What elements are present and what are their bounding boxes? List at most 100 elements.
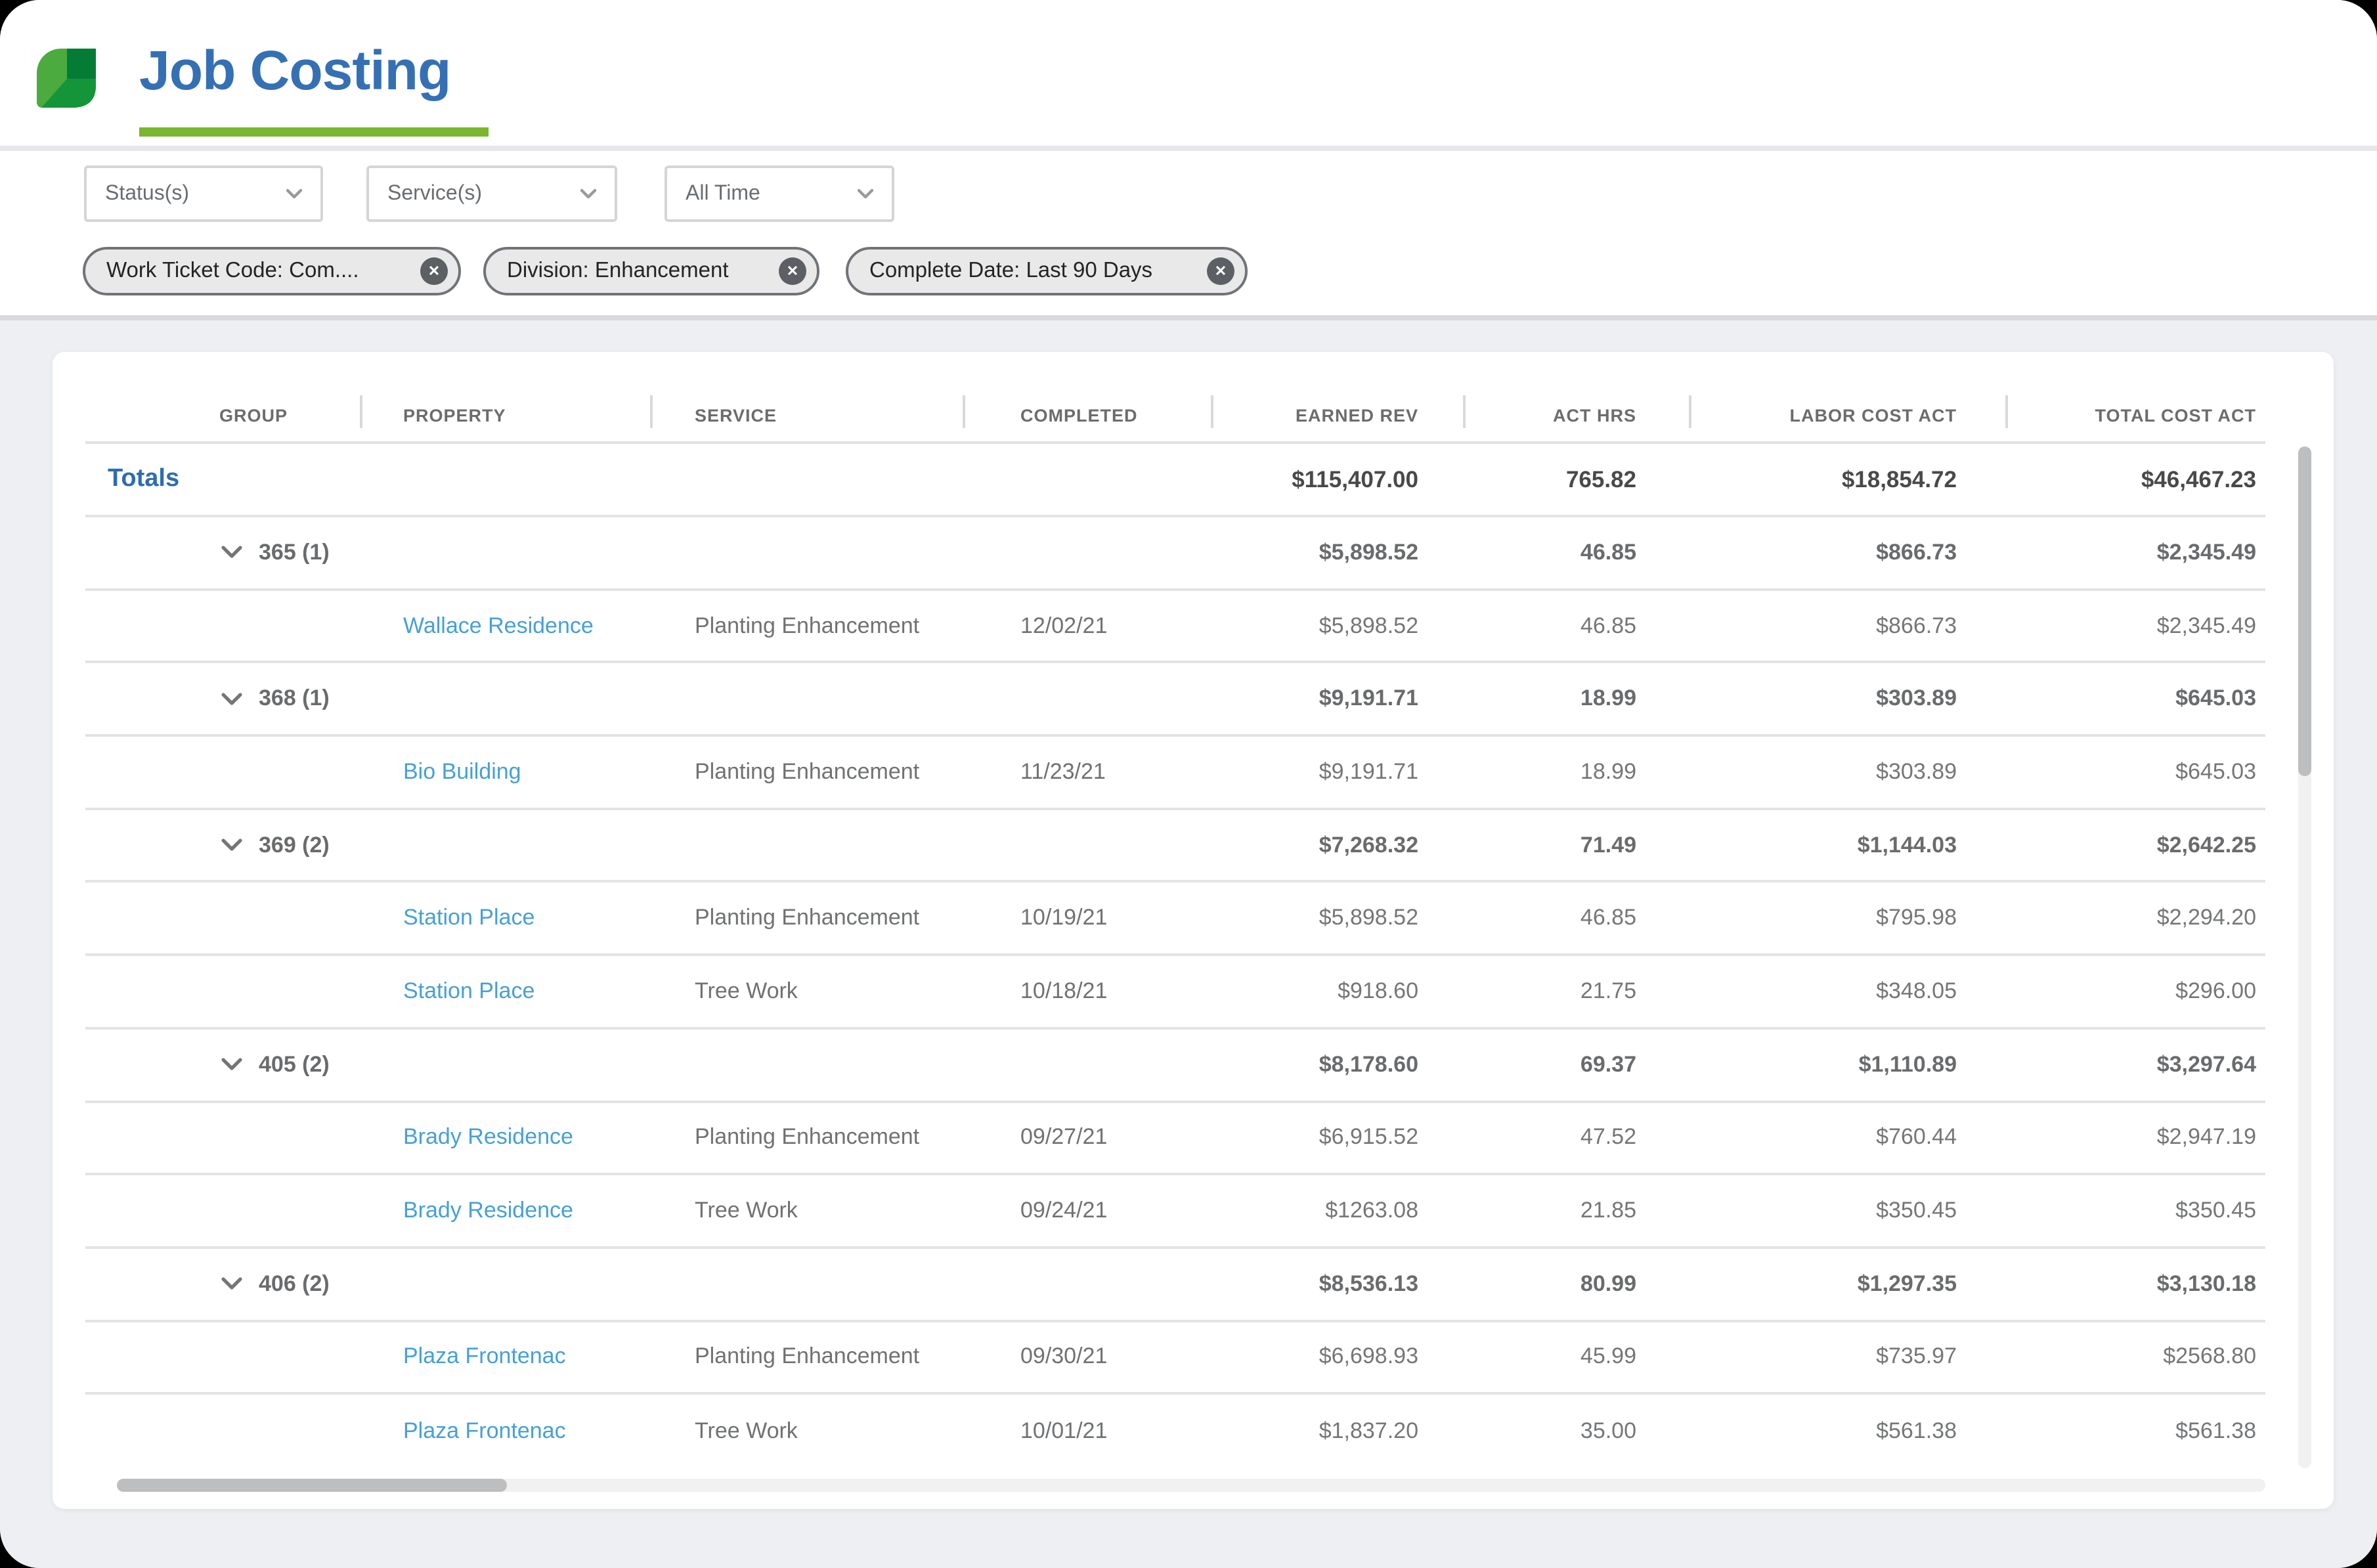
service-cell: Tree Work: [695, 1418, 798, 1444]
property-link[interactable]: Bio Building: [403, 759, 521, 784]
labor-cost-act-cell: $1,110.89: [1858, 1051, 1957, 1077]
remove-filter-icon[interactable]: ✕: [420, 257, 448, 285]
vertical-scrollbar-thumb[interactable]: [2298, 446, 2311, 776]
column-header-group[interactable]: GROUP: [85, 406, 360, 425]
property-link[interactable]: Brady Residence: [403, 1125, 573, 1150]
app-header: Job Costing: [0, 0, 2377, 151]
labor-cost-act-cell: $350.45: [1876, 1198, 1957, 1223]
totals-earned-rev: $115,407.00: [1292, 466, 1418, 492]
service-cell: Planting Enhancement: [695, 613, 920, 638]
page-title: Job Costing: [139, 39, 451, 101]
totals-label: Totals: [108, 465, 180, 492]
completed-date-cell: 09/27/21: [1020, 1124, 1108, 1150]
filter-chip-complete-date[interactable]: Complete Date: Last 90 Days ✕: [846, 247, 1248, 295]
table-body: 365 (1) $5,898.52 46.85 $866.73 $2,345.49 Wal…: [53, 517, 2334, 1468]
property-link[interactable]: Brady Residence: [403, 1198, 573, 1223]
filter-chip-label: Complete Date: Last 90 Days: [869, 259, 1153, 282]
filter-chip-label: Work Ticket Code: Com....: [106, 259, 359, 282]
horizontal-scrollbar[interactable]: [117, 1479, 2265, 1492]
chevron-down-icon[interactable]: [221, 1057, 243, 1072]
property-link[interactable]: Station Place: [403, 905, 534, 930]
labor-cost-act-cell: $735.97: [1876, 1343, 1957, 1369]
filter-chip-work-ticket-code[interactable]: Work Ticket Code: Com.... ✕: [83, 247, 461, 295]
group-label[interactable]: 368 (1): [259, 686, 330, 712]
date-range-dropdown[interactable]: All Time: [665, 165, 894, 222]
column-separator: [1463, 395, 1466, 428]
service-cell: Planting Enhancement: [695, 1124, 920, 1150]
vertical-scrollbar[interactable]: [2298, 446, 2311, 1468]
earned-rev-cell: $9,191.71: [1319, 758, 1418, 784]
chevron-down-icon[interactable]: [221, 1276, 243, 1291]
act-hrs-cell: 47.52: [1580, 1124, 1636, 1150]
labor-cost-act-cell: $303.89: [1876, 758, 1957, 784]
completed-date-cell: 11/23/21: [1020, 758, 1106, 784]
filter-bar: Status(s) Service(s) All Time Work Ticke…: [0, 151, 2377, 320]
column-separator: [1211, 395, 1213, 428]
earned-rev-cell: $8,178.60: [1319, 1051, 1418, 1077]
column-separator: [650, 395, 653, 428]
column-header-act-hrs[interactable]: ACT HRS: [1463, 406, 1689, 425]
totals-row: Totals $115,407.00 765.82 $18,854.72 $46…: [85, 444, 2265, 517]
group-row: 369 (2) $7,268.32 71.49 $1,144.03 $2,642.25: [85, 810, 2265, 883]
act-hrs-cell: 21.75: [1580, 978, 1636, 1003]
job-costing-table-card: GROUP PROPERTY SERVICE COMPLETED EARNED …: [53, 352, 2334, 1509]
remove-filter-icon[interactable]: ✕: [1207, 257, 1234, 285]
column-header-labor-cost-act[interactable]: LABOR COST ACT: [1689, 406, 2005, 425]
act-hrs-cell: 71.49: [1580, 832, 1636, 858]
completed-date-cell: 10/01/21: [1020, 1418, 1108, 1444]
service-cell: Tree Work: [695, 1198, 798, 1223]
status-dropdown[interactable]: Status(s): [84, 165, 323, 222]
group-label[interactable]: 369 (2): [259, 832, 330, 858]
service-dropdown-label: Service(s): [387, 182, 483, 204]
group-label[interactable]: 365 (1): [259, 540, 330, 566]
stage: Job Costing Status(s) Service(s) All Tim…: [0, 0, 2377, 1568]
act-hrs-cell: 18.99: [1580, 686, 1636, 711]
act-hrs-cell: 80.99: [1580, 1271, 1636, 1296]
service-dropdown[interactable]: Service(s): [366, 165, 617, 222]
group-label[interactable]: 406 (2): [259, 1271, 330, 1297]
horizontal-scrollbar-thumb[interactable]: [117, 1479, 507, 1492]
total-cost-act-cell: $2,642.25: [2156, 832, 2256, 858]
group-row: 406 (2) $8,536.13 80.99 $1,297.35 $3,130.18: [85, 1249, 2265, 1322]
labor-cost-act-cell: $348.05: [1876, 978, 1957, 1003]
earned-rev-cell: $1,837.20: [1319, 1418, 1418, 1444]
property-link[interactable]: Plaza Frontenac: [403, 1418, 566, 1443]
completed-date-cell: 09/24/21: [1020, 1198, 1108, 1223]
earned-rev-cell: $7,268.32: [1319, 832, 1418, 858]
labor-cost-act-cell: $795.98: [1876, 905, 1957, 930]
property-link[interactable]: Plaza Frontenac: [403, 1344, 566, 1369]
totals-act-hrs: 765.82: [1565, 466, 1636, 492]
work-ticket-row: Wallace Residence Planting Enhancement 12/…: [85, 590, 2265, 664]
chevron-down-icon[interactable]: [221, 691, 243, 706]
act-hrs-cell: 69.37: [1580, 1051, 1636, 1077]
service-cell: Planting Enhancement: [695, 1343, 920, 1369]
work-ticket-row: Brady Residence Planting Enhancement 09/27…: [85, 1102, 2265, 1176]
chevron-down-icon[interactable]: [221, 838, 243, 852]
filter-chip-division[interactable]: Division: Enhancement ✕: [483, 247, 819, 295]
column-header-earned-rev[interactable]: EARNED REV: [1211, 406, 1463, 425]
work-ticket-row: Station Place Tree Work 10/18/21 $918.60 21.…: [85, 956, 2265, 1030]
earned-rev-cell: $6,698.93: [1319, 1343, 1418, 1369]
act-hrs-cell: 46.85: [1580, 539, 1636, 565]
total-cost-act-cell: $3,297.64: [2156, 1051, 2256, 1077]
property-link[interactable]: Station Place: [403, 978, 534, 1003]
column-header-service[interactable]: SERVICE: [650, 406, 963, 425]
total-cost-act-cell: $2,345.49: [2156, 613, 2256, 638]
column-header-property[interactable]: PROPERTY: [360, 406, 650, 425]
work-ticket-row: Plaza Frontenac Planting Enhancement 09/30…: [85, 1322, 2265, 1395]
chevron-down-icon: [857, 188, 874, 199]
group-label[interactable]: 405 (2): [259, 1051, 330, 1078]
filter-chip-label: Division: Enhancement: [507, 259, 729, 282]
leaf-logo-icon: [37, 49, 96, 108]
column-header-total-cost-act[interactable]: TOTAL COST ACT: [2005, 406, 2265, 425]
act-hrs-cell: 45.99: [1580, 1343, 1636, 1369]
group-row: 405 (2) $8,178.60 69.37 $1,110.89 $3,297.64: [85, 1030, 2265, 1102]
group-row: 368 (1) $9,191.71 18.99 $303.89 $645.03: [85, 664, 2265, 737]
completed-date-cell: 12/02/21: [1020, 613, 1108, 638]
remove-filter-icon[interactable]: ✕: [779, 257, 806, 285]
property-link[interactable]: Wallace Residence: [403, 613, 594, 638]
total-cost-act-cell: $2,947.19: [2156, 1124, 2256, 1150]
column-header-completed[interactable]: COMPLETED: [963, 406, 1211, 425]
chevron-down-icon[interactable]: [221, 546, 243, 560]
total-cost-act-cell: $2,345.49: [2156, 539, 2256, 565]
